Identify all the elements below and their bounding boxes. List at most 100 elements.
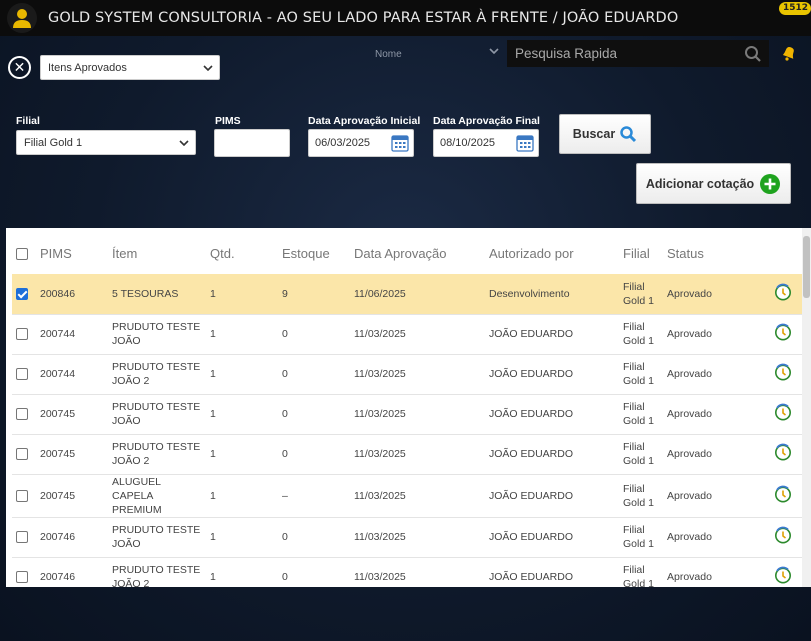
pims-cell: 200744: [40, 314, 112, 355]
table-row[interactable]: 200746 PRUDUTO TESTE JOÃO 1 0 11/03/2025 JOÃO…: [12, 517, 802, 558]
date-start-input[interactable]: 06/03/2025: [308, 129, 414, 157]
filial-cell: Filial Gold 1: [623, 434, 667, 475]
row-checkbox-cell: [12, 394, 40, 435]
item-cell: PRUDUTO TESTE JOÃO 2: [112, 354, 210, 395]
data-aprovacao-cell: 11/03/2025: [354, 394, 489, 435]
column-header-autorizado-por[interactable]: Autorizado por: [489, 228, 623, 274]
table-row[interactable]: 200745 PRUDUTO TESTE JOÃO 1 0 11/03/2025 JOÃO…: [12, 394, 802, 435]
table-row[interactable]: 200746 PRUDUTO TESTE JOÃO 2 1 0 11/03/2025 JO…: [12, 557, 802, 587]
row-checkbox[interactable]: [16, 328, 28, 341]
action-cell: [763, 434, 802, 475]
row-checkbox-cell: [12, 517, 40, 558]
add-circle-icon: [760, 173, 781, 194]
table-row[interactable]: 200744 PRUDUTO TESTE JOÃO 1 0 11/03/2025 JOÃO…: [12, 314, 802, 355]
qtd-cell: 1: [210, 354, 282, 395]
table-row[interactable]: 200745 ALUGUEL CAPELA PREMIUM 1–11/03/2025…: [12, 474, 802, 518]
approved-clock-icon[interactable]: [774, 403, 792, 421]
status-cell: Aprovado: [667, 394, 763, 435]
data-aprovacao-cell: 11/03/2025: [354, 434, 489, 475]
status-cell: Aprovado: [667, 557, 763, 587]
chevron-down-icon: [489, 48, 499, 54]
add-quotation-button[interactable]: Adicionar cotação: [636, 163, 791, 204]
filial-cell: Filial Gold 1: [623, 354, 667, 395]
approved-clock-icon[interactable]: [774, 323, 792, 341]
search-mode-select[interactable]: Nome: [365, 43, 505, 65]
approved-clock-icon[interactable]: [774, 526, 792, 544]
chevron-down-icon: [179, 139, 189, 146]
pims-cell: 200745: [40, 434, 112, 475]
notification-count-badge: 1512: [778, 2, 811, 15]
action-cell: [763, 517, 802, 558]
row-checkbox[interactable]: [16, 287, 28, 300]
qtd-cell: 1: [210, 394, 282, 435]
row-checkbox[interactable]: [16, 448, 28, 461]
approved-clock-icon[interactable]: [774, 443, 792, 461]
table-row[interactable]: 200846 5 TESOURAS 1 9 11/06/2025 Desenvolvime…: [12, 274, 802, 315]
row-checkbox-cell: [12, 354, 40, 395]
magnifier-icon: [620, 126, 637, 143]
row-checkbox-cell: [12, 557, 40, 587]
filial-select[interactable]: Filial Gold 1: [16, 130, 196, 155]
qtd-cell: 1: [210, 434, 282, 475]
pims-cell: 200745: [40, 394, 112, 435]
user-avatar-icon[interactable]: [7, 3, 37, 33]
autorizado-por-cell: JOÃO EDUARDO: [489, 354, 623, 395]
row-checkbox[interactable]: [16, 408, 28, 421]
row-checkbox[interactable]: [16, 368, 28, 381]
search-icon[interactable]: [744, 45, 762, 63]
row-checkbox[interactable]: [16, 571, 28, 584]
status-cell: Aprovado: [667, 274, 763, 315]
column-header-filial[interactable]: Filial: [623, 228, 667, 274]
approved-clock-icon[interactable]: [774, 566, 792, 584]
top-bar: GOLD SYSTEM CONSULTORIA - AO SEU LADO PA…: [0, 0, 811, 36]
quick-search-input[interactable]: Pesquisa Rapida: [507, 40, 769, 67]
results-table: PIMS Ítem Qtd. Estoque Data Aprovação Au…: [12, 228, 802, 587]
column-header-data-aprovacao[interactable]: Data Aprovação: [354, 228, 489, 274]
autorizado-por-cell: Desenvolvimento: [489, 274, 623, 315]
close-button[interactable]: ✕: [8, 56, 31, 79]
action-cell: [763, 274, 802, 315]
estoque-cell: 0: [282, 394, 354, 435]
data-aprovacao-cell: 11/03/2025: [354, 517, 489, 558]
table-row[interactable]: 200744 PRUDUTO TESTE JOÃO 2 1 0 11/03/2025 JO…: [12, 354, 802, 395]
column-header-pims[interactable]: PIMS: [40, 228, 112, 274]
column-header-estoque[interactable]: Estoque: [282, 228, 354, 274]
date-start-value: 06/03/2025: [315, 137, 371, 149]
calendar-icon[interactable]: [516, 134, 534, 152]
estoque-cell: 0: [282, 517, 354, 558]
pims-input[interactable]: [214, 129, 290, 157]
qtd-cell: 1: [210, 474, 282, 518]
pims-label: PIMS: [215, 115, 241, 127]
row-checkbox-cell: [12, 434, 40, 475]
column-header-item[interactable]: Ítem: [112, 228, 210, 274]
row-checkbox-cell: [12, 274, 40, 315]
autorizado-por-cell: JOÃO EDUARDO: [489, 394, 623, 435]
search-mode-value: Nome: [375, 48, 402, 60]
vertical-scrollbar[interactable]: [802, 228, 811, 587]
table-row[interactable]: 200745 PRUDUTO TESTE JOÃO 2 1 0 11/03/2025 JO…: [12, 434, 802, 475]
pims-cell: 200746: [40, 517, 112, 558]
row-checkbox[interactable]: [16, 531, 28, 544]
page-title: GOLD SYSTEM CONSULTORIA - AO SEU LADO PA…: [48, 10, 679, 26]
table-header-row: PIMS Ítem Qtd. Estoque Data Aprovação Au…: [12, 228, 802, 274]
column-header-qtd[interactable]: Qtd.: [210, 228, 282, 274]
date-end-value: 08/10/2025: [440, 137, 496, 149]
column-header-status[interactable]: Status: [667, 228, 763, 274]
filial-cell: Filial Gold 1: [623, 394, 667, 435]
approved-clock-icon[interactable]: [774, 363, 792, 381]
approved-clock-icon[interactable]: [774, 283, 792, 301]
select-all-checkbox[interactable]: [16, 248, 28, 261]
qtd-cell: 1: [210, 517, 282, 558]
scrollbar-thumb[interactable]: [803, 236, 810, 298]
row-checkbox-cell: [12, 314, 40, 355]
calendar-icon[interactable]: [391, 134, 409, 152]
approved-clock-icon[interactable]: [774, 485, 792, 503]
search-button[interactable]: Buscar: [559, 114, 651, 154]
notification-bell-icon[interactable]: [780, 44, 798, 62]
data-aprovacao-cell: 11/03/2025: [354, 314, 489, 355]
row-checkbox[interactable]: [16, 489, 28, 502]
chevron-down-icon: [203, 64, 213, 71]
view-select[interactable]: Itens Aprovados: [40, 55, 220, 80]
filial-select-value: Filial Gold 1: [24, 136, 83, 149]
date-end-input[interactable]: 08/10/2025: [433, 129, 539, 157]
